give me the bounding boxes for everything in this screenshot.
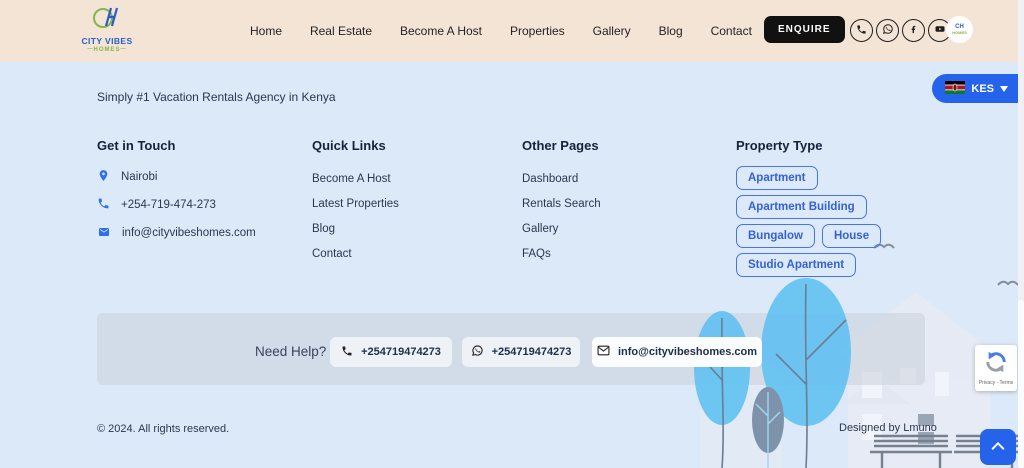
- nav-item-contact[interactable]: Contact: [711, 24, 752, 38]
- phone-icon: [97, 197, 110, 213]
- quick-links-column: Quick Links Become A Host Latest Propert…: [312, 138, 399, 266]
- nav-item-real-estate[interactable]: Real Estate: [310, 24, 372, 38]
- contact-email[interactable]: info@cityvibeshomes.com: [97, 219, 256, 247]
- recaptcha-badge[interactable]: Privacy - Terms: [975, 345, 1017, 391]
- currency-selector[interactable]: KES: [932, 74, 1018, 103]
- need-help-email-button[interactable]: info@cityvibeshomes.com: [592, 337, 762, 367]
- account-avatar[interactable]: CH HOMES: [946, 16, 973, 43]
- email-icon: [97, 226, 111, 241]
- property-type-column: Property Type Apartment Apartment Buildi…: [736, 138, 948, 277]
- property-chip-apartment[interactable]: Apartment: [736, 166, 818, 190]
- enquire-button[interactable]: ENQUIRE: [764, 16, 845, 43]
- logo-name: CITY VIBES: [72, 36, 142, 46]
- quick-link-contact[interactable]: Contact: [312, 248, 352, 260]
- logo-monogram-icon: [92, 17, 122, 34]
- designer-credit: Designed by Lmuno: [839, 422, 937, 434]
- main-nav: Home Real Estate Become A Host Propertie…: [250, 0, 752, 62]
- currency-code: KES: [971, 83, 994, 95]
- other-pages-heading: Other Pages: [522, 138, 601, 153]
- contact-email-text: info@cityvibeshomes.com: [122, 227, 256, 239]
- need-help-email-text: info@cityvibeshomes.com: [618, 346, 757, 358]
- email-icon: [597, 345, 610, 359]
- top-header: CITY VIBES HOMES Home Real Estate Become…: [0, 0, 1024, 62]
- property-chip-apartment-building[interactable]: Apartment Building: [736, 195, 867, 219]
- get-in-touch-heading: Get in Touch: [97, 138, 256, 153]
- nav-item-home[interactable]: Home: [250, 24, 282, 38]
- phone-icon: [341, 345, 353, 360]
- scrollbar-thumb[interactable]: [1018, 300, 1024, 468]
- facebook-social-button[interactable]: [902, 19, 925, 42]
- scroll-to-top-button[interactable]: [980, 429, 1016, 465]
- property-chip-house[interactable]: House: [822, 224, 881, 248]
- other-page-gallery[interactable]: Gallery: [522, 223, 558, 235]
- other-page-faqs[interactable]: FAQs: [522, 248, 551, 260]
- whatsapp-icon: [471, 344, 484, 360]
- contact-location-text: Nairobi: [121, 171, 157, 183]
- avatar-mini-logo-suffix: HOMES: [952, 30, 967, 35]
- phone-social-button[interactable]: [850, 19, 873, 42]
- need-help-label: Need Help?: [255, 344, 326, 359]
- chevron-down-icon: [1000, 83, 1008, 95]
- recaptcha-icon: [985, 351, 1007, 378]
- property-chip-studio-apartment[interactable]: Studio Apartment: [736, 253, 856, 277]
- property-type-heading: Property Type: [736, 138, 948, 153]
- phone-icon: [856, 22, 867, 40]
- contact-location: Nairobi: [97, 163, 256, 191]
- site-logo[interactable]: CITY VIBES HOMES: [72, 4, 142, 53]
- facebook-icon: [908, 22, 919, 40]
- page-scrollbar[interactable]: [1018, 0, 1024, 468]
- nav-item-properties[interactable]: Properties: [510, 24, 565, 38]
- footer: Simply #1 Vacation Rentals Agency in Ken…: [0, 62, 1024, 468]
- need-help-whatsapp-button[interactable]: +254719474273: [462, 337, 580, 367]
- quick-links-heading: Quick Links: [312, 138, 399, 153]
- nav-item-blog[interactable]: Blog: [659, 24, 683, 38]
- nav-item-gallery[interactable]: Gallery: [593, 24, 631, 38]
- get-in-touch-column: Get in Touch Nairobi +254-719-474-273: [97, 138, 256, 247]
- need-help-phone-button[interactable]: +254719474273: [330, 337, 452, 367]
- footer-tagline: Simply #1 Vacation Rentals Agency in Ken…: [97, 90, 336, 104]
- property-chip-bungalow[interactable]: Bungalow: [736, 224, 815, 248]
- other-page-rentals-search[interactable]: Rentals Search: [522, 198, 601, 210]
- recaptcha-privacy-terms[interactable]: Privacy - Terms: [979, 380, 1013, 386]
- contact-phone[interactable]: +254-719-474-273: [97, 191, 256, 219]
- need-help-whatsapp-text: +254719474273: [492, 346, 572, 358]
- nav-item-become-a-host[interactable]: Become A Host: [400, 24, 482, 38]
- whatsapp-icon: [882, 22, 894, 40]
- kenya-flag-icon: [945, 81, 965, 97]
- other-page-dashboard[interactable]: Dashboard: [522, 173, 578, 185]
- other-pages-column: Other Pages Dashboard Rentals Search Gal…: [522, 138, 601, 266]
- page: CITY VIBES HOMES Home Real Estate Become…: [0, 0, 1024, 468]
- chevron-up-icon: [990, 440, 1006, 455]
- contact-phone-text: +254-719-474-273: [121, 199, 216, 211]
- quick-link-become-a-host[interactable]: Become A Host: [312, 173, 391, 185]
- logo-suffix: HOMES: [72, 46, 142, 53]
- youtube-icon: [934, 22, 946, 40]
- social-links: [850, 19, 951, 42]
- need-help-phone-text: +254719474273: [361, 346, 441, 358]
- location-pin-icon: [97, 168, 110, 186]
- whatsapp-social-button[interactable]: [876, 19, 899, 42]
- quick-link-latest-properties[interactable]: Latest Properties: [312, 198, 399, 210]
- quick-link-blog[interactable]: Blog: [312, 223, 335, 235]
- copyright-text: © 2024. All rights reserved.: [97, 423, 229, 435]
